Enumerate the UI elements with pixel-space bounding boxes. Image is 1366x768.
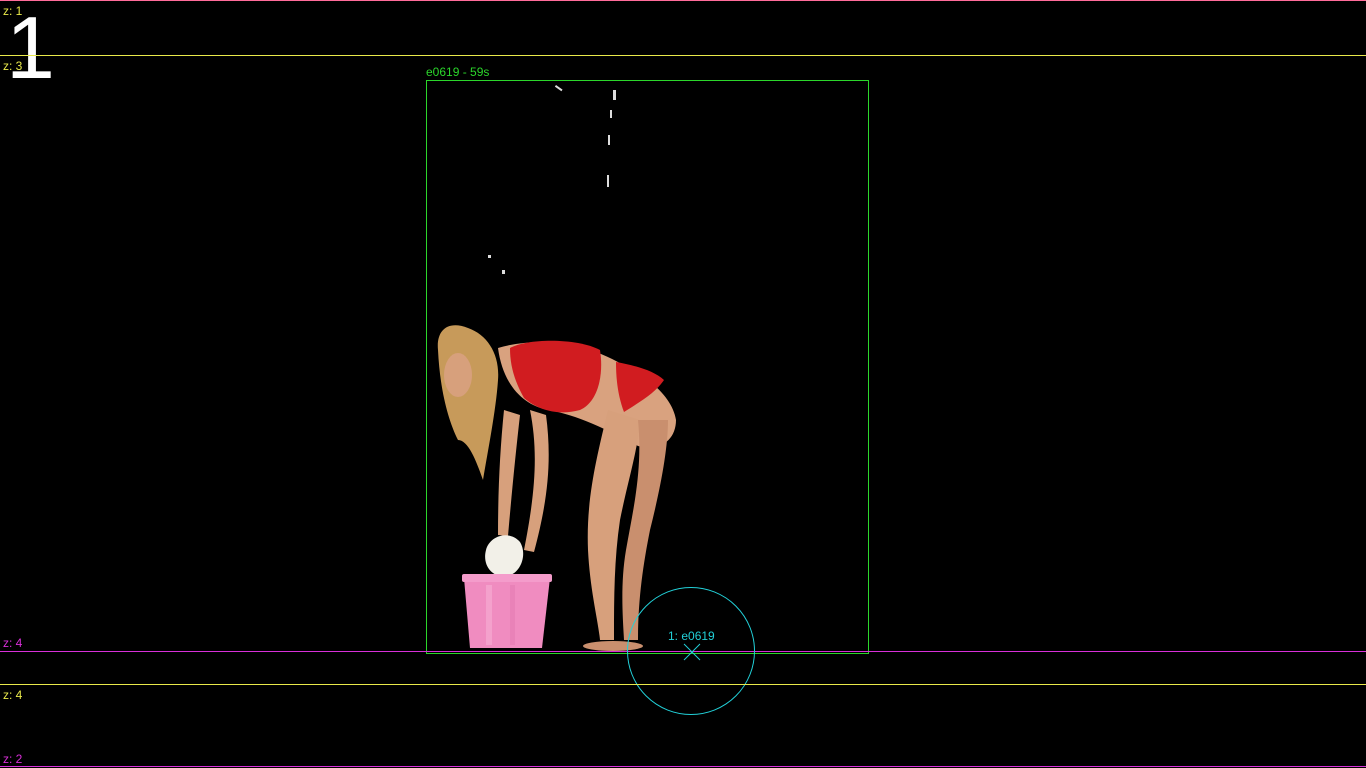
splash-specks [488,85,616,274]
layer-line-z3 [0,55,1366,56]
element-box-label: e0619 - 59s [426,65,490,79]
layer-label-z2: z: 2 [3,752,23,766]
anchor-label: 1: e0619 [668,629,715,643]
figure-image [437,85,676,651]
anchor-cross-icon [683,643,701,661]
layer-label-z4-magenta: z: 4 [3,636,23,650]
layer-line-z4-yellow [0,684,1366,685]
arm-right [524,410,549,552]
layer-line-z2 [0,766,1366,767]
layer-label-z3: z: 3 [3,59,23,73]
index-number: 1 [6,0,55,97]
head [444,353,472,397]
sponge [485,535,524,577]
arm-left [498,410,520,536]
layer-line-z1 [0,0,1366,1]
hair [437,325,499,480]
bikini-top [510,340,602,413]
layer-label-z4-yellow: z: 4 [3,688,23,702]
bucket [462,574,552,648]
